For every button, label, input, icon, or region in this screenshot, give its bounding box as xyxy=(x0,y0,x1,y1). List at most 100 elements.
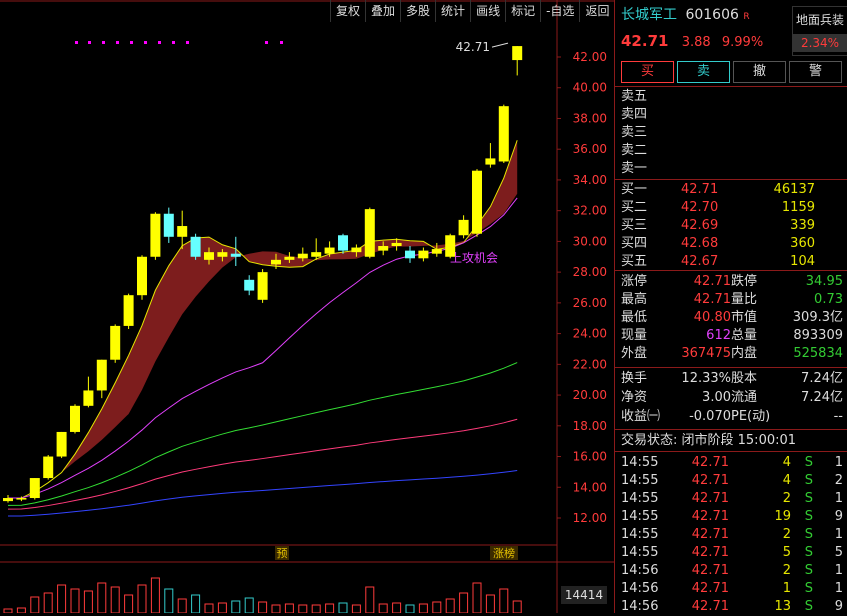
candle-body xyxy=(177,226,188,237)
volume-bar xyxy=(177,598,187,613)
tick-time: 14:55 xyxy=(621,545,659,560)
y-tick-label: 38.00 xyxy=(573,111,607,125)
stock-name: 长城军工 xyxy=(621,7,677,23)
kline-chart[interactable]: 42.00 40.00 38.00 36.00 34.00 32.00 30.00 28.00… xyxy=(0,0,614,613)
candle-body xyxy=(284,256,295,260)
tick-volume: 5 xyxy=(782,545,791,560)
ma250-line xyxy=(7,469,518,517)
candle-body xyxy=(512,46,523,61)
candle-body xyxy=(43,456,54,479)
candle-body xyxy=(123,295,134,326)
signal-dot xyxy=(144,41,147,44)
volume-bar xyxy=(378,603,388,613)
volume-bar xyxy=(83,590,93,613)
tick-price: 42.71 xyxy=(691,473,729,488)
candle-body xyxy=(324,247,335,254)
last-price-pointer xyxy=(491,42,509,48)
buy-label: 买三 xyxy=(621,218,648,233)
stat-label: 换手 xyxy=(621,371,648,386)
candle-body xyxy=(364,209,375,257)
volume-bar xyxy=(164,588,174,613)
tick-side: S xyxy=(804,455,813,470)
y-tick-label: 36.00 xyxy=(573,142,607,156)
candle-body xyxy=(217,252,228,257)
tick-count: 9 xyxy=(834,599,843,614)
signal-dot xyxy=(88,41,91,44)
stat-value: 0.73 xyxy=(814,292,843,307)
toolbar-btn-7[interactable]: 返回 xyxy=(579,0,614,22)
y-tick-label: 24.00 xyxy=(573,327,607,341)
stat-value: 309.3亿 xyxy=(792,310,843,325)
action-btn-2[interactable]: 撤 xyxy=(733,61,786,83)
candle-body xyxy=(378,246,389,251)
buy-volume: 104 xyxy=(790,254,815,269)
tick-count: 1 xyxy=(834,563,843,578)
signal-dot xyxy=(265,41,268,44)
tick-side: S xyxy=(804,527,813,542)
buy-price: 42.71 xyxy=(681,182,719,197)
candle-body xyxy=(458,219,469,236)
toolbar-btn-1[interactable]: 叠加 xyxy=(365,0,400,22)
stat-value: 12.33% xyxy=(681,371,731,386)
stat-value: 40.80 xyxy=(693,310,731,325)
tick-row: 14:55 42.71 5 S 5 xyxy=(621,544,844,562)
stat-row: 最低 40.80市值 309.3亿 xyxy=(621,309,844,327)
toolbar-btn-6[interactable]: -自选 xyxy=(540,0,579,22)
tick-volume: 19 xyxy=(774,509,791,524)
tick-row: 14:55 42.71 2 S 1 xyxy=(621,526,844,544)
stat-row: 收益㈠ -0.070PE(动) -- xyxy=(621,408,844,426)
volume-bar xyxy=(284,603,294,613)
stock-code: 601606 xyxy=(685,7,739,23)
tick-volume: 4 xyxy=(782,473,791,488)
buy-price: 42.67 xyxy=(681,254,719,269)
volume-bar xyxy=(418,603,428,613)
buy-volume: 360 xyxy=(790,236,815,251)
volume-bar xyxy=(325,603,335,613)
action-btn-0[interactable]: 买 xyxy=(621,61,674,83)
candle-body xyxy=(29,478,40,499)
toolbar-btn-0[interactable]: 复权 xyxy=(330,0,365,22)
y-tick-label: 20.00 xyxy=(573,388,607,402)
toolbar-btn-3[interactable]: 统计 xyxy=(435,0,470,22)
tick-side: S xyxy=(804,473,813,488)
quote-panel: 长城军工 601606 R 地面兵装 2.34% 42.71 3.88 9.99… xyxy=(614,0,847,614)
volume-bar xyxy=(338,602,348,613)
volume-bar xyxy=(472,582,482,613)
toolbar-btn-4[interactable]: 画线 xyxy=(470,0,505,22)
stat-label: 净资 xyxy=(621,390,648,405)
sell-level-1: 卖一 xyxy=(621,161,648,176)
candle-body xyxy=(391,242,402,247)
volume-bar xyxy=(70,588,80,613)
tick-side: S xyxy=(804,563,813,578)
toolbar-btn-5[interactable]: 标记 xyxy=(505,0,540,22)
action-btn-1[interactable]: 卖 xyxy=(677,61,730,83)
toolbar-btn-2[interactable]: 多股 xyxy=(400,0,435,22)
volume-bar xyxy=(191,594,201,613)
y-tick-label: 12.00 xyxy=(573,511,607,525)
volume-bar xyxy=(16,607,26,613)
candle-body xyxy=(56,431,67,457)
action-btn-3[interactable]: 警 xyxy=(789,61,842,83)
tick-row: 14:56 42.71 2 S 1 xyxy=(621,562,844,580)
tick-count: 1 xyxy=(834,581,843,596)
stat-value: 42.71 xyxy=(693,274,731,289)
chart-toolbar: 复权 叠加 多股 统计 画线 标记 -自选 返回 xyxy=(330,0,614,22)
stat-value: 7.24亿 xyxy=(801,390,843,405)
buy-level-2: 买二 42.70 1159 xyxy=(621,199,844,217)
candle-body xyxy=(137,256,147,296)
trade-status: 交易状态: 闭市阶段 15:00:01 xyxy=(621,433,797,448)
candle-body xyxy=(204,252,214,260)
volume-bar xyxy=(459,592,469,613)
candle-body xyxy=(338,235,348,251)
buy-level-3: 买三 42.69 339 xyxy=(621,217,844,235)
signal-dot xyxy=(75,41,78,44)
stat-label: 涨停 xyxy=(621,274,648,289)
stat-value: -- xyxy=(833,409,843,424)
y-tick-label: 16.00 xyxy=(573,450,607,464)
tick-count: 1 xyxy=(834,527,843,542)
stat-label: PE(动) xyxy=(731,409,771,424)
last-price-label: 42.71 xyxy=(456,40,490,54)
volume-bar xyxy=(43,592,53,613)
buy-label: 买五 xyxy=(621,254,648,269)
volume-bar xyxy=(204,603,214,613)
